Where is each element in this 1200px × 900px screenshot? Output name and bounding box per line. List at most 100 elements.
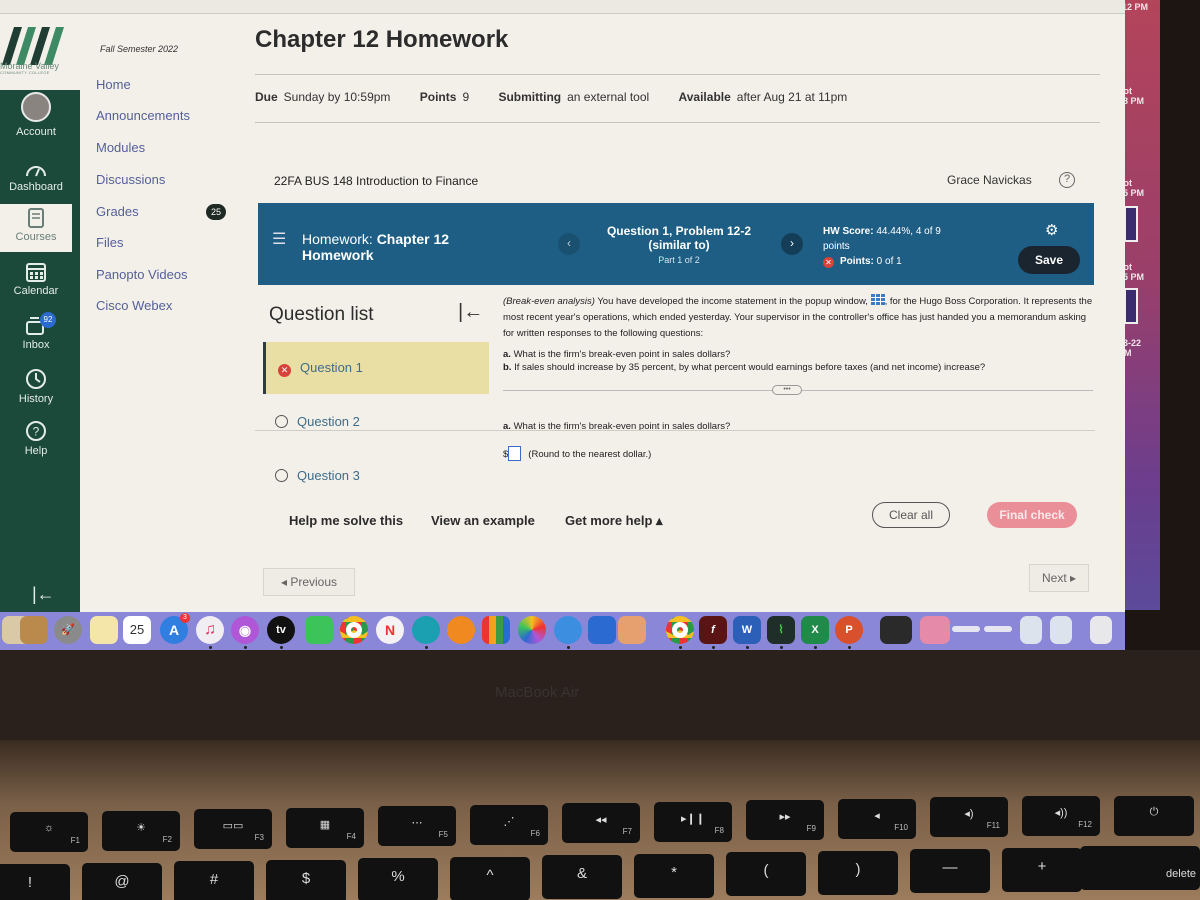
data-table-icon[interactable]: [870, 294, 885, 305]
dock-chrome[interactable]: [340, 616, 368, 644]
number-row-key[interactable]: (: [726, 852, 806, 896]
key-symbol: ⋰: [503, 815, 515, 828]
number-row-key[interactable]: $: [266, 859, 346, 900]
desktop-screenshot-thumbnail[interactable]: [1124, 288, 1138, 324]
dock-calendar[interactable]: 25: [123, 616, 151, 644]
courses-book-icon: [28, 208, 44, 228]
global-nav-account[interactable]: Account: [0, 92, 72, 138]
college-logo[interactable]: Moraine Valley COMMUNITY COLLEGE: [0, 22, 80, 90]
number-row-key[interactable]: !: [0, 864, 70, 900]
collapse-arrow-icon[interactable]: |←: [32, 584, 55, 605]
function-key[interactable]: ▭▭ F3: [194, 809, 272, 849]
dock-apple-tv[interactable]: tv: [267, 616, 295, 644]
function-key[interactable]: ▸❙❙ F8: [654, 801, 732, 842]
course-nav-webex[interactable]: Cisco Webex: [96, 298, 172, 313]
function-key[interactable]: ◂◂ F7: [562, 803, 640, 843]
number-row-key[interactable]: *: [634, 853, 714, 898]
global-nav-help[interactable]: ? Help: [0, 420, 72, 457]
course-nav-modules[interactable]: Modules: [96, 140, 145, 155]
question-list-item[interactable]: Question 2: [263, 396, 489, 448]
function-key[interactable]: ▦ F4: [286, 807, 364, 848]
dock-numbers[interactable]: [482, 616, 510, 644]
global-nav-history[interactable]: History: [0, 368, 72, 405]
dock-recent-window[interactable]: [880, 616, 912, 644]
dock-notebook[interactable]: [618, 616, 646, 644]
user-name[interactable]: Grace Navickas: [947, 173, 1032, 187]
number-row-key[interactable]: &: [542, 855, 622, 899]
dock-trash-icon[interactable]: [1090, 616, 1112, 644]
help-me-solve-link[interactable]: Help me solve this: [289, 513, 403, 528]
number-row-key[interactable]: %: [358, 858, 438, 900]
dock-app-circle[interactable]: [412, 616, 440, 644]
dock-flash[interactable]: f: [699, 616, 727, 644]
global-nav-calendar[interactable]: Calendar: [0, 262, 72, 297]
function-key[interactable]: ◂ F10: [838, 798, 916, 839]
power-key[interactable]: ⏻: [1114, 796, 1194, 836]
global-nav-courses[interactable]: Courses: [0, 204, 72, 252]
global-nav-inbox[interactable]: 92 Inbox: [0, 312, 72, 351]
next-button[interactable]: Next ▸: [1029, 564, 1089, 592]
course-nav-announcements[interactable]: Announcements: [96, 108, 190, 123]
number-row-key[interactable]: delete: [1080, 846, 1200, 890]
question-list-item[interactable]: Question 3: [263, 450, 489, 502]
dock-chrome-2[interactable]: [666, 616, 694, 644]
dock-podcasts[interactable]: ◉: [231, 616, 259, 644]
get-more-help-link[interactable]: Get more help ▴: [565, 513, 663, 529]
dock-recent-window[interactable]: [920, 616, 950, 644]
function-key[interactable]: ☼ F1: [10, 812, 88, 852]
dock-safari[interactable]: [554, 616, 582, 644]
previous-question-button[interactable]: ‹: [558, 233, 580, 255]
next-question-button[interactable]: ›: [781, 233, 803, 255]
number-row-key[interactable]: ^: [450, 856, 530, 900]
dock-facetime[interactable]: [305, 616, 333, 644]
key-symbol: ☀: [136, 821, 146, 834]
key-symbol: ▸▸: [779, 811, 791, 823]
dock-minimized-window[interactable]: [984, 626, 1012, 632]
number-row-key[interactable]: —: [910, 849, 990, 893]
global-nav-dashboard[interactable]: Dashboard: [0, 162, 72, 193]
course-nav-home[interactable]: Home: [96, 77, 131, 92]
dock-notes[interactable]: [90, 616, 118, 644]
dock-document[interactable]: [1020, 616, 1042, 644]
dock-contacts[interactable]: [20, 616, 48, 644]
function-key[interactable]: ☀ F2: [102, 810, 180, 851]
function-key[interactable]: ⋯ F5: [378, 806, 456, 846]
number-row-key[interactable]: +: [1002, 847, 1082, 892]
function-key[interactable]: ◂)) F12: [1022, 795, 1100, 836]
number-row-key[interactable]: @: [82, 862, 162, 900]
previous-button[interactable]: ◂ Previous: [263, 568, 355, 596]
function-key[interactable]: ⋰ F6: [470, 804, 548, 845]
collapse-question-list-icon[interactable]: |←: [458, 301, 483, 324]
gear-icon[interactable]: ⚙: [1045, 221, 1058, 239]
dock-photos[interactable]: [518, 616, 546, 644]
function-key[interactable]: ▸▸ F9: [746, 800, 824, 840]
number-row-key[interactable]: ): [818, 850, 898, 895]
dock-launchpad[interactable]: 🚀: [54, 616, 82, 644]
dock-excel[interactable]: X: [801, 616, 829, 644]
final-check-button[interactable]: Final check: [987, 502, 1077, 528]
course-nav-files[interactable]: Files: [96, 235, 123, 250]
dock-books[interactable]: [447, 616, 475, 644]
dock-powerpoint[interactable]: P: [835, 616, 863, 644]
dock-minimized-window[interactable]: [952, 626, 980, 632]
course-nav-panopto[interactable]: Panopto Videos: [96, 267, 188, 282]
dock-music[interactable]: ♫: [196, 616, 224, 644]
question-list-item[interactable]: ✕ Question 1: [263, 342, 489, 394]
desktop-screenshot-thumbnail[interactable]: [1124, 206, 1138, 242]
dock-news[interactable]: N: [376, 616, 404, 644]
hamburger-menu-icon[interactable]: ☰: [272, 229, 286, 249]
function-key[interactable]: ◂) F11: [930, 797, 1008, 837]
dock-word[interactable]: W: [733, 616, 761, 644]
dock-activity-monitor[interactable]: ⌇: [767, 616, 795, 644]
answer-input[interactable]: [508, 446, 522, 461]
course-nav-discussions[interactable]: Discussions: [96, 172, 165, 187]
dock-document[interactable]: [1050, 616, 1072, 644]
number-row-key[interactable]: #: [174, 861, 254, 900]
course-nav-grades[interactable]: Grades: [96, 204, 139, 219]
clear-all-button[interactable]: Clear all: [872, 502, 950, 528]
view-example-link[interactable]: View an example: [431, 513, 535, 528]
help-icon[interactable]: ?: [1059, 172, 1075, 188]
expand-more-button[interactable]: •••: [772, 385, 802, 395]
save-button[interactable]: Save: [1018, 246, 1080, 274]
dock-zoom[interactable]: [588, 616, 616, 644]
